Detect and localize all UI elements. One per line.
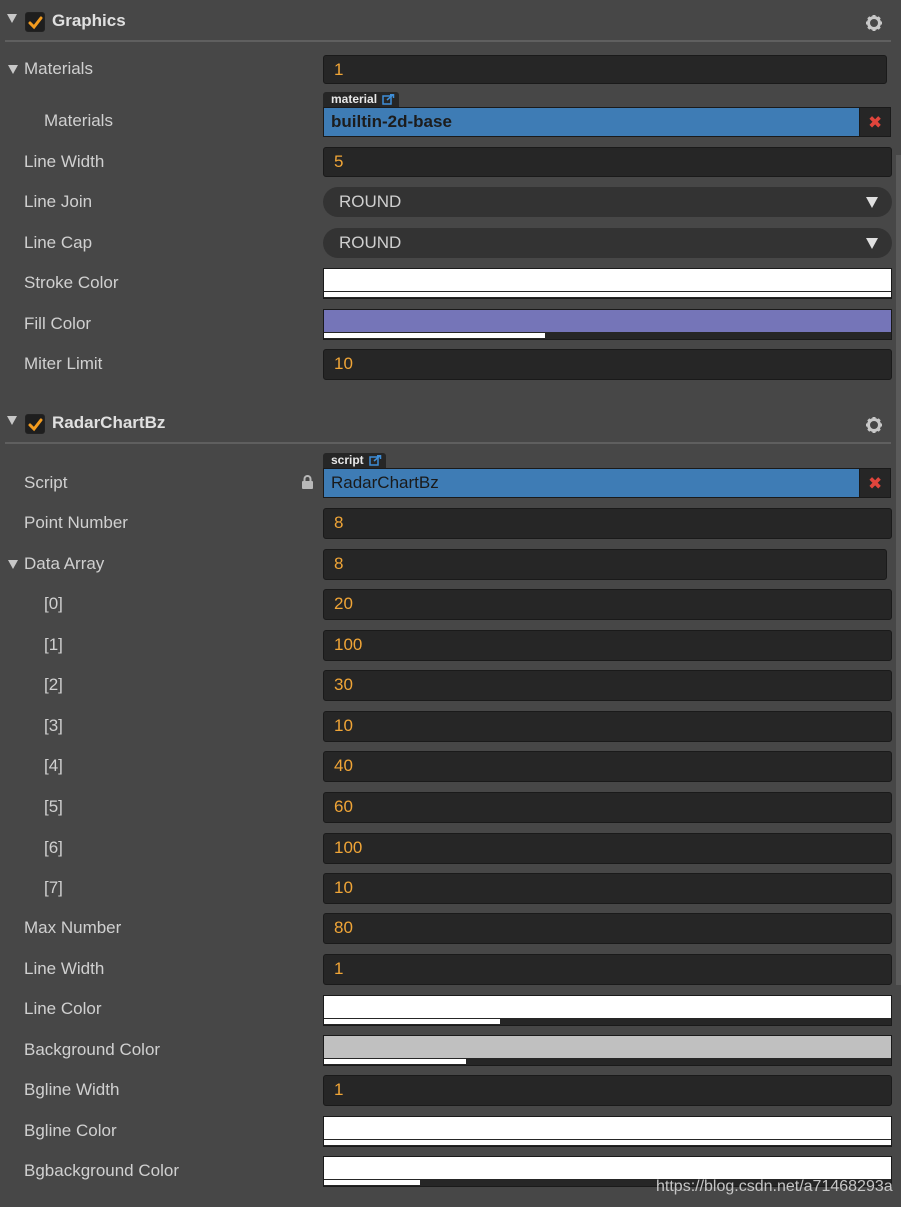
line-join-value: ROUND: [339, 192, 402, 211]
close-icon: ✖: [868, 113, 883, 132]
script-label: Script: [24, 473, 68, 492]
line-color-picker[interactable]: [323, 995, 892, 1026]
line-color-label: Line Color: [24, 999, 102, 1018]
bgline-width-field[interactable]: 1: [323, 1075, 892, 1106]
data-array-value-field[interactable]: 100: [323, 833, 892, 864]
color-swatch: [324, 310, 891, 332]
asset-type-label: material: [331, 92, 378, 106]
background-color-label: Background Color: [24, 1040, 161, 1059]
bgbackground-color-label: Bgbackground Color: [24, 1161, 179, 1180]
bgline-width-label: Bgline Width: [24, 1080, 120, 1099]
gear-icon[interactable]: [865, 416, 883, 434]
data-array-index-label: [1]: [44, 635, 63, 654]
color-swatch: [324, 1117, 891, 1139]
section-divider: [5, 40, 891, 42]
color-swatch: [324, 996, 891, 1018]
data-array-value-field[interactable]: 30: [323, 670, 892, 701]
background-color-picker[interactable]: [323, 1035, 892, 1066]
color-swatch: [324, 1036, 891, 1058]
data-array-index-label: [0]: [44, 594, 63, 613]
dropdown-arrow-icon: [866, 197, 878, 208]
stroke-color-label: Stroke Color: [24, 273, 119, 292]
graphics-enabled-checkbox[interactable]: [25, 12, 45, 32]
data-array-label: Data Array: [24, 554, 105, 573]
script-asset-field[interactable]: RadarChartBz: [323, 468, 860, 498]
stroke-color-picker[interactable]: [323, 268, 892, 299]
remove-asset-button[interactable]: ✖: [859, 468, 891, 498]
max-number-label: Max Number: [24, 918, 122, 937]
expand-arrow-icon[interactable]: [8, 65, 18, 74]
data-array-value-field[interactable]: 40: [323, 751, 892, 782]
materials-item-label: Materials: [44, 111, 113, 130]
data-array-index-label: [2]: [44, 675, 63, 694]
point-number-field[interactable]: 8: [323, 508, 892, 539]
material-asset-field[interactable]: builtin-2d-base: [323, 107, 860, 137]
radar-line-width-field[interactable]: 1: [323, 954, 892, 985]
data-array-count-field[interactable]: 8: [323, 549, 887, 580]
materials-label: Materials: [24, 59, 93, 78]
color-swatch: [324, 269, 891, 291]
section-title: Graphics: [52, 11, 126, 30]
collapse-arrow-icon[interactable]: [7, 416, 17, 425]
line-cap-value: ROUND: [339, 233, 402, 252]
data-array-index-label: [4]: [44, 756, 63, 775]
data-array-value-field[interactable]: 20: [323, 589, 892, 620]
watermark-text: https://blog.csdn.net/a71468293a: [656, 1178, 893, 1195]
data-array-index-label: [3]: [44, 716, 63, 735]
remove-asset-button[interactable]: ✖: [859, 107, 891, 137]
dropdown-arrow-icon: [866, 238, 878, 249]
line-cap-select[interactable]: ROUND: [323, 228, 892, 258]
radar-enabled-checkbox[interactable]: [25, 414, 45, 434]
line-cap-label: Line Cap: [24, 233, 93, 252]
point-number-label: Point Number: [24, 513, 128, 532]
bgline-color-picker[interactable]: [323, 1116, 892, 1147]
data-array-value-field[interactable]: 100: [323, 630, 892, 661]
radar-line-width-label: Line Width: [24, 959, 105, 978]
section-divider: [5, 442, 891, 444]
collapse-arrow-icon[interactable]: [7, 14, 17, 23]
radar-component-header[interactable]: RadarChartBz: [0, 404, 901, 444]
alpha-bar: [324, 333, 546, 338]
line-width-field[interactable]: 5: [323, 147, 892, 177]
data-array-index-label: [7]: [44, 878, 63, 897]
data-array-value-field[interactable]: 60: [323, 792, 892, 823]
section-title: RadarChartBz: [52, 413, 166, 432]
asset-type-tag[interactable]: script: [323, 453, 387, 469]
asset-type-label: script: [331, 453, 364, 467]
external-link-icon[interactable]: [382, 94, 395, 106]
data-array-index-label: [5]: [44, 797, 63, 816]
external-link-icon[interactable]: [369, 455, 382, 467]
data-array-value-field[interactable]: 10: [323, 711, 892, 742]
miter-limit-field[interactable]: 10: [323, 349, 892, 380]
fill-color-label: Fill Color: [24, 314, 92, 333]
data-array-value-field[interactable]: 10: [323, 873, 892, 904]
alpha-bar: [324, 1140, 891, 1145]
color-swatch: [324, 1157, 891, 1179]
check-icon: [28, 16, 43, 30]
alpha-bar: [324, 1019, 500, 1024]
bgline-color-label: Bgline Color: [24, 1121, 117, 1140]
line-width-label: Line Width: [24, 152, 105, 171]
alpha-bar: [324, 1059, 466, 1064]
fill-color-picker[interactable]: [323, 309, 892, 340]
miter-limit-label: Miter Limit: [24, 354, 103, 373]
close-icon: ✖: [868, 474, 883, 493]
max-number-field[interactable]: 80: [323, 913, 892, 944]
scrollbar[interactable]: [896, 155, 901, 985]
data-array-index-label: [6]: [44, 838, 63, 857]
graphics-component-header[interactable]: Graphics: [0, 2, 901, 42]
line-join-select[interactable]: ROUND: [323, 187, 892, 217]
alpha-bar: [324, 1180, 421, 1185]
line-join-label: Line Join: [24, 192, 93, 211]
expand-arrow-icon[interactable]: [8, 560, 18, 569]
gear-icon[interactable]: [865, 14, 883, 32]
materials-count-field[interactable]: 1: [323, 55, 887, 84]
lock-icon: [302, 475, 313, 489]
asset-type-tag[interactable]: material: [323, 92, 400, 108]
alpha-bar: [324, 292, 891, 297]
check-icon: [28, 418, 43, 432]
